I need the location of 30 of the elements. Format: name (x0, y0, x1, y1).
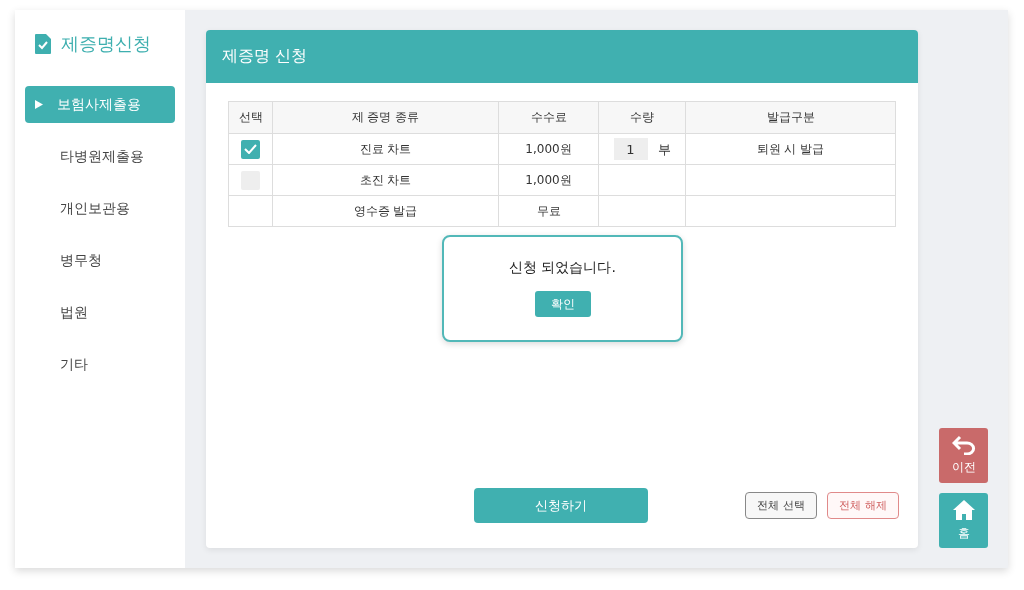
table-cell: 영수증 발급 (272, 195, 499, 227)
table-cell: 진료 차트 (272, 133, 499, 165)
column-header: 수량 (598, 101, 686, 134)
back-button[interactable]: 이전 (939, 428, 988, 483)
play-icon (35, 100, 43, 109)
document-check-icon (35, 34, 51, 54)
dialog-message: 신청 되었습니다. (509, 259, 616, 277)
unit-label: 부 (657, 141, 671, 157)
table-cell: 초진 차트 (272, 164, 499, 196)
column-header: 선택 (228, 101, 273, 134)
sidebar-item[interactable]: 개인보관용 (25, 190, 175, 227)
table-cell: 무료 (498, 195, 599, 227)
sidebar-item[interactable]: 법원 (25, 294, 175, 331)
sidebar-item[interactable]: 타병원제출용 (25, 138, 175, 175)
undo-icon (951, 435, 976, 455)
column-header: 제 증명 종류 (272, 101, 499, 134)
home-icon (951, 499, 976, 521)
sidebar-title: 제증명신청 (61, 32, 151, 56)
quantity-field[interactable]: 1 (613, 138, 648, 160)
sidebar-item[interactable]: 기타 (25, 346, 175, 383)
table-cell: 퇴원 시 발급 (685, 133, 896, 165)
table-cell: 1,000원 (498, 133, 599, 165)
column-header: 발급구분 (685, 101, 896, 134)
checkbox[interactable] (241, 139, 260, 159)
select-all-button[interactable]: 전체 선택 (745, 492, 817, 519)
table-cell: 1,000원 (498, 164, 599, 196)
sidebar-item[interactable]: 병무청 (25, 242, 175, 279)
panel-title: 제증명 신청 (206, 30, 918, 83)
column-header: 수수료 (498, 101, 599, 134)
deselect-all-button[interactable]: 전체 해제 (827, 492, 899, 519)
